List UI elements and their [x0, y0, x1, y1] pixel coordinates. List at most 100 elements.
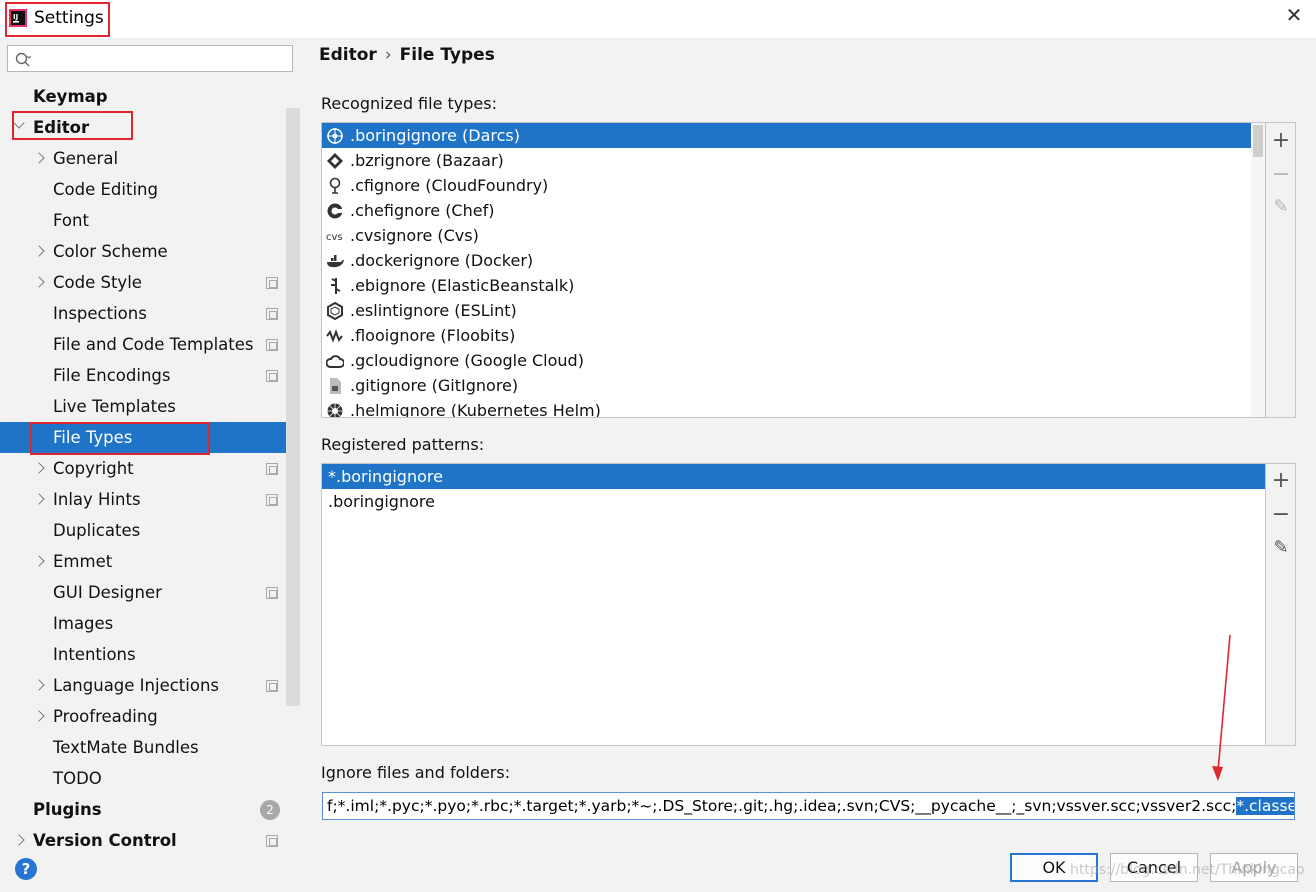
list-item-label: .cvsignore (Cvs) — [350, 226, 479, 245]
eslint-icon — [327, 302, 343, 320]
list-item-label: *.boringignore — [328, 467, 443, 486]
list-item-label: .eslintignore (ESLint) — [350, 301, 517, 320]
sidebar-item-images[interactable]: Images — [0, 608, 300, 639]
remove-file-type-button[interactable]: − — [1271, 164, 1291, 186]
list-item-label: .boringignore (Darcs) — [350, 126, 521, 145]
sidebar-item-inspections[interactable]: Inspections — [0, 298, 300, 329]
sidebar-item-label: Intentions — [53, 645, 136, 664]
settings-sidebar: Keymap Editor General Code Editing Font Color… — [0, 38, 300, 852]
list-item[interactable]: cvs .cvsignore (Cvs) — [322, 223, 1251, 248]
list-item[interactable]: .flooignore (Floobits) — [322, 323, 1251, 348]
list-item[interactable]: .ebignore (ElasticBeanstalk) — [322, 273, 1251, 298]
cloudfoundry-icon — [329, 177, 341, 194]
sidebar-item-duplicates[interactable]: Duplicates — [0, 515, 300, 546]
list-item[interactable]: .boringignore — [322, 489, 1265, 514]
list-item-label: .boringignore — [328, 492, 435, 511]
add-file-type-button[interactable]: + — [1271, 130, 1291, 152]
sidebar-item-label: Inlay Hints — [53, 490, 141, 509]
edit-file-type-button[interactable]: ✎ — [1271, 197, 1291, 217]
registered-patterns-list[interactable]: *.boringignore .boringignore — [321, 463, 1266, 746]
patterns-toolbar: + − ✎ — [1266, 463, 1296, 746]
list-item-label: .ebignore (ElasticBeanstalk) — [350, 276, 575, 295]
list-item[interactable]: .chefignore (Chef) — [322, 198, 1251, 223]
chevron-right-icon[interactable] — [33, 462, 45, 474]
sidebar-item-proofreading[interactable]: Proofreading — [0, 701, 300, 732]
sidebar-item-code-style[interactable]: Code Style — [0, 267, 300, 298]
remove-pattern-button[interactable]: − — [1271, 504, 1291, 526]
project-scope-icon — [266, 277, 278, 289]
sidebar-scrollbar[interactable] — [286, 108, 300, 706]
sidebar-item-label: Proofreading — [53, 707, 158, 726]
list-item-label: .cfignore (CloudFoundry) — [350, 176, 549, 195]
sidebar-item-intentions[interactable]: Intentions — [0, 639, 300, 670]
recognized-list-scrollbar[interactable] — [1251, 123, 1265, 417]
sidebar-item-copyright[interactable]: Copyright — [0, 453, 300, 484]
sidebar-item-version-control[interactable]: Version Control — [0, 825, 300, 852]
sidebar-item-label: Inspections — [53, 304, 147, 323]
sidebar-item-label: Keymap — [33, 87, 108, 106]
registered-patterns-label: Registered patterns: — [321, 435, 485, 454]
settings-search-input[interactable] — [7, 45, 293, 72]
project-scope-icon — [266, 835, 278, 847]
annotation-arrow — [1212, 634, 1231, 781]
sidebar-item-label: Copyright — [53, 459, 134, 478]
bazaar-icon — [327, 153, 343, 169]
sidebar-item-label: TODO — [53, 769, 102, 788]
chevron-right-icon[interactable] — [33, 276, 45, 288]
sidebar-item-textmate-bundles[interactable]: TextMate Bundles — [0, 732, 300, 763]
project-scope-icon — [266, 680, 278, 692]
project-scope-icon — [266, 463, 278, 475]
sidebar-item-live-templates[interactable]: Live Templates — [0, 391, 300, 422]
chevron-right-icon[interactable] — [33, 555, 45, 567]
list-item[interactable]: .bzrignore (Bazaar) — [322, 148, 1251, 173]
scrollbar-thumb[interactable] — [1253, 125, 1263, 157]
sidebar-item-inlay-hints[interactable]: Inlay Hints — [0, 484, 300, 515]
recognized-file-types-list[interactable]: .boringignore (Darcs) .bzrignore (Bazaar)… — [321, 122, 1266, 418]
sidebar-item-file-and-code-templates[interactable]: File and Code Templates — [0, 329, 300, 360]
sidebar-item-language-injections[interactable]: Language Injections — [0, 670, 300, 701]
sidebar-item-font[interactable]: Font — [0, 205, 300, 236]
sidebar-item-file-encodings[interactable]: File Encodings — [0, 360, 300, 391]
sidebar-item-label: File and Code Templates — [53, 335, 254, 354]
list-item[interactable]: *.boringignore — [322, 464, 1265, 489]
sidebar-item-todo[interactable]: TODO — [0, 763, 300, 794]
list-item[interactable]: .helmignore (Kubernetes Helm) — [322, 398, 1251, 417]
ignore-files-label: Ignore files and folders: — [321, 763, 511, 782]
sidebar-item-general[interactable]: General — [0, 143, 300, 174]
sidebar-item-label: Plugins — [33, 800, 102, 819]
list-item[interactable]: .dockerignore (Docker) — [322, 248, 1251, 273]
edit-pattern-button[interactable]: ✎ — [1271, 538, 1291, 558]
chevron-right-icon[interactable] — [33, 710, 45, 722]
project-scope-icon — [266, 339, 278, 351]
chevron-right-icon[interactable] — [33, 245, 45, 257]
sidebar-item-label: Version Control — [33, 831, 177, 850]
close-icon[interactable]: ✕ — [1283, 4, 1305, 26]
sidebar-item-code-editing[interactable]: Code Editing — [0, 174, 300, 205]
sidebar-item-keymap[interactable]: Keymap — [0, 81, 300, 112]
chevron-right-icon[interactable] — [33, 679, 45, 691]
annotation-box — [12, 111, 133, 140]
chevron-right-icon[interactable] — [33, 152, 45, 164]
list-item[interactable]: .eslintignore (ESLint) — [322, 298, 1251, 323]
list-item[interactable]: .boringignore (Darcs) — [322, 123, 1251, 148]
sidebar-item-label: Duplicates — [53, 521, 141, 540]
list-item[interactable]: .gitignore (GitIgnore) — [322, 373, 1251, 398]
sidebar-item-gui-designer[interactable]: GUI Designer — [0, 577, 300, 608]
chevron-right-icon[interactable] — [33, 493, 45, 505]
list-item[interactable]: .gcloudignore (Google Cloud) — [322, 348, 1251, 373]
sidebar-item-label: Images — [53, 614, 114, 633]
title-annotation-box — [5, 2, 110, 37]
add-pattern-button[interactable]: + — [1271, 470, 1291, 492]
annotation-box — [30, 422, 210, 455]
ignore-files-input[interactable]: f;*.iml;*.pyc;*.pyo;*.rbc;*.target;*.yar… — [322, 792, 1295, 820]
sidebar-item-plugins[interactable]: Plugins 2 — [0, 794, 300, 825]
help-button[interactable]: ? — [15, 858, 37, 880]
list-item-label: .bzrignore (Bazaar) — [350, 151, 504, 170]
chevron-right-icon[interactable] — [13, 834, 25, 846]
sidebar-item-label: File Encodings — [53, 366, 171, 385]
list-item[interactable]: .cfignore (CloudFoundry) — [322, 173, 1251, 198]
breadcrumb-parent[interactable]: Editor — [319, 45, 377, 65]
ignore-value-selected: *.classes;*target; — [1236, 797, 1294, 815]
sidebar-item-emmet[interactable]: Emmet — [0, 546, 300, 577]
sidebar-item-color-scheme[interactable]: Color Scheme — [0, 236, 300, 267]
